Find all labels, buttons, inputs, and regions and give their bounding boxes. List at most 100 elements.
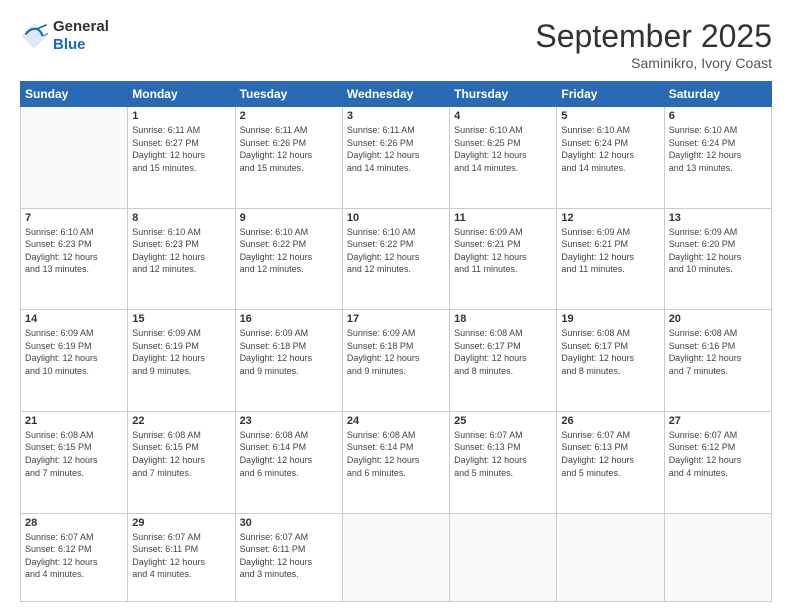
day-info: Sunrise: 6:09 AM Sunset: 6:18 PM Dayligh… [347, 327, 445, 377]
calendar-cell: 4Sunrise: 6:10 AM Sunset: 6:25 PM Daylig… [450, 107, 557, 209]
day-number: 14 [25, 313, 123, 325]
calendar-cell: 19 Sunrise: 6:08 AM Sunset: 6:17 PM Dayli… [557, 310, 664, 412]
week-row-2: 7 Sunrise: 6:10 AM Sunset: 6:23 PM Daylig… [21, 208, 772, 310]
day-number: 11 [454, 212, 552, 224]
header: General Blue September 2025 Saminikro, I… [20, 18, 772, 71]
day-number: 8 [132, 212, 230, 224]
weekday-header-thursday: Thursday [450, 82, 557, 107]
day-info: Sunrise: 6:08 AM Sunset: 6:14 PM Dayligh… [240, 429, 338, 479]
day-info: Sunrise: 6:07 AM Sunset: 6:12 PM Dayligh… [669, 429, 767, 479]
weekday-header-sunday: Sunday [21, 82, 128, 107]
subtitle: Saminikro, Ivory Coast [535, 55, 772, 71]
day-info: Sunrise: 6:10 AM Sunset: 6:22 PM Dayligh… [347, 226, 445, 276]
logo-text: General Blue [53, 18, 109, 54]
day-number: 17 [347, 313, 445, 325]
calendar-cell: 21 Sunrise: 6:08 AM Sunset: 6:15 PM Dayli… [21, 411, 128, 513]
day-number: 24 [347, 415, 445, 427]
day-number: 1 [132, 110, 230, 122]
day-info: Sunrise: 6:07 AM Sunset: 6:11 PM Dayligh… [132, 531, 230, 581]
calendar-cell: 13 Sunrise: 6:09 AM Sunset: 6:20 PM Dayli… [664, 208, 771, 310]
calendar-cell: 24Sunrise: 6:08 AM Sunset: 6:14 PM Dayli… [342, 411, 449, 513]
calendar-cell: 27Sunrise: 6:07 AM Sunset: 6:12 PM Dayli… [664, 411, 771, 513]
calendar-cell: 18Sunrise: 6:08 AM Sunset: 6:17 PM Dayli… [450, 310, 557, 412]
day-info: Sunrise: 6:10 AM Sunset: 6:23 PM Dayligh… [132, 226, 230, 276]
day-info: Sunrise: 6:08 AM Sunset: 6:17 PM Dayligh… [454, 327, 552, 377]
calendar-cell: 16 Sunrise: 6:09 AM Sunset: 6:18 PM Dayli… [235, 310, 342, 412]
day-number: 20 [669, 313, 767, 325]
day-info: Sunrise: 6:09 AM Sunset: 6:18 PM Dayligh… [240, 327, 338, 377]
logo: General Blue [20, 18, 109, 54]
weekday-header-row: SundayMondayTuesdayWednesdayThursdayFrid… [21, 82, 772, 107]
day-info: Sunrise: 6:10 AM Sunset: 6:23 PM Dayligh… [25, 226, 123, 276]
day-info: Sunrise: 6:07 AM Sunset: 6:12 PM Dayligh… [25, 531, 123, 581]
day-number: 28 [25, 517, 123, 529]
calendar-cell: 1 Sunrise: 6:11 AM Sunset: 6:27 PM Daylig… [128, 107, 235, 209]
day-number: 22 [132, 415, 230, 427]
weekday-header-tuesday: Tuesday [235, 82, 342, 107]
day-info: Sunrise: 6:07 AM Sunset: 6:13 PM Dayligh… [561, 429, 659, 479]
calendar-cell: 22Sunrise: 6:08 AM Sunset: 6:15 PM Dayli… [128, 411, 235, 513]
calendar-cell: 25 Sunrise: 6:07 AM Sunset: 6:13 PM Dayli… [450, 411, 557, 513]
day-info: Sunrise: 6:10 AM Sunset: 6:25 PM Dayligh… [454, 124, 552, 174]
calendar-cell [450, 513, 557, 602]
calendar-cell: 14Sunrise: 6:09 AM Sunset: 6:19 PM Dayli… [21, 310, 128, 412]
calendar-cell: 5Sunrise: 6:10 AM Sunset: 6:24 PM Daylig… [557, 107, 664, 209]
calendar-cell [342, 513, 449, 602]
day-number: 21 [25, 415, 123, 427]
week-row-1: 1 Sunrise: 6:11 AM Sunset: 6:27 PM Daylig… [21, 107, 772, 209]
day-number: 23 [240, 415, 338, 427]
week-row-5: 28 Sunrise: 6:07 AM Sunset: 6:12 PM Dayli… [21, 513, 772, 602]
calendar-cell: 12 Sunrise: 6:09 AM Sunset: 6:21 PM Dayli… [557, 208, 664, 310]
day-number: 7 [25, 212, 123, 224]
calendar-cell: 2Sunrise: 6:11 AM Sunset: 6:26 PM Daylig… [235, 107, 342, 209]
calendar-cell: 6 Sunrise: 6:10 AM Sunset: 6:24 PM Daylig… [664, 107, 771, 209]
calendar-cell: 8 Sunrise: 6:10 AM Sunset: 6:23 PM Daylig… [128, 208, 235, 310]
calendar-cell: 28 Sunrise: 6:07 AM Sunset: 6:12 PM Dayli… [21, 513, 128, 602]
day-info: Sunrise: 6:07 AM Sunset: 6:11 PM Dayligh… [240, 531, 338, 581]
day-number: 13 [669, 212, 767, 224]
day-info: Sunrise: 6:07 AM Sunset: 6:13 PM Dayligh… [454, 429, 552, 479]
day-info: Sunrise: 6:08 AM Sunset: 6:17 PM Dayligh… [561, 327, 659, 377]
calendar-cell [557, 513, 664, 602]
calendar-cell: 29 Sunrise: 6:07 AM Sunset: 6:11 PM Dayli… [128, 513, 235, 602]
day-info: Sunrise: 6:08 AM Sunset: 6:16 PM Dayligh… [669, 327, 767, 377]
day-number: 16 [240, 313, 338, 325]
calendar-cell: 7 Sunrise: 6:10 AM Sunset: 6:23 PM Daylig… [21, 208, 128, 310]
day-number: 30 [240, 517, 338, 529]
day-info: Sunrise: 6:11 AM Sunset: 6:27 PM Dayligh… [132, 124, 230, 174]
day-number: 19 [561, 313, 659, 325]
logo-icon [20, 22, 48, 50]
day-info: Sunrise: 6:10 AM Sunset: 6:24 PM Dayligh… [669, 124, 767, 174]
day-info: Sunrise: 6:09 AM Sunset: 6:19 PM Dayligh… [132, 327, 230, 377]
day-number: 25 [454, 415, 552, 427]
day-number: 12 [561, 212, 659, 224]
weekday-header-saturday: Saturday [664, 82, 771, 107]
day-info: Sunrise: 6:10 AM Sunset: 6:22 PM Dayligh… [240, 226, 338, 276]
day-number: 9 [240, 212, 338, 224]
calendar-cell: 26 Sunrise: 6:07 AM Sunset: 6:13 PM Dayli… [557, 411, 664, 513]
calendar-cell [21, 107, 128, 209]
day-number: 26 [561, 415, 659, 427]
calendar-cell: 9 Sunrise: 6:10 AM Sunset: 6:22 PM Daylig… [235, 208, 342, 310]
calendar-cell: 3Sunrise: 6:11 AM Sunset: 6:26 PM Daylig… [342, 107, 449, 209]
calendar-table: SundayMondayTuesdayWednesdayThursdayFrid… [20, 81, 772, 602]
calendar-cell: 20 Sunrise: 6:08 AM Sunset: 6:16 PM Dayli… [664, 310, 771, 412]
day-number: 10 [347, 212, 445, 224]
logo-blue-text: Blue [53, 36, 109, 54]
calendar-cell: 11 Sunrise: 6:09 AM Sunset: 6:21 PM Dayli… [450, 208, 557, 310]
title-block: September 2025 Saminikro, Ivory Coast [535, 18, 772, 71]
day-number: 29 [132, 517, 230, 529]
day-info: Sunrise: 6:09 AM Sunset: 6:20 PM Dayligh… [669, 226, 767, 276]
day-info: Sunrise: 6:09 AM Sunset: 6:21 PM Dayligh… [561, 226, 659, 276]
weekday-header-friday: Friday [557, 82, 664, 107]
day-info: Sunrise: 6:08 AM Sunset: 6:15 PM Dayligh… [25, 429, 123, 479]
weekday-header-monday: Monday [128, 82, 235, 107]
day-info: Sunrise: 6:09 AM Sunset: 6:21 PM Dayligh… [454, 226, 552, 276]
weekday-header-wednesday: Wednesday [342, 82, 449, 107]
calendar-cell: 17 Sunrise: 6:09 AM Sunset: 6:18 PM Dayli… [342, 310, 449, 412]
calendar-cell: 10 Sunrise: 6:10 AM Sunset: 6:22 PM Dayli… [342, 208, 449, 310]
day-info: Sunrise: 6:10 AM Sunset: 6:24 PM Dayligh… [561, 124, 659, 174]
day-number: 6 [669, 110, 767, 122]
day-info: Sunrise: 6:11 AM Sunset: 6:26 PM Dayligh… [240, 124, 338, 174]
week-row-3: 14 Sunrise: 6:09 AM Sunset: 6:19 PM Dayli… [21, 310, 772, 412]
